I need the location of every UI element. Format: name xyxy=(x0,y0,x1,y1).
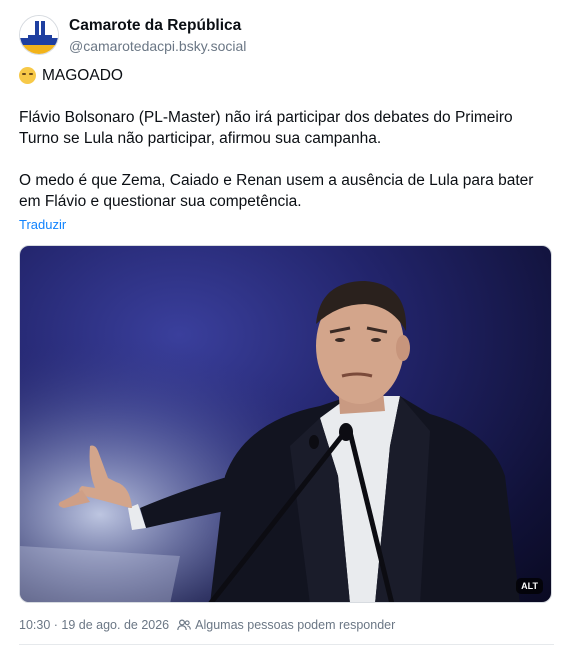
post-tag: MAGOADO xyxy=(42,66,123,84)
author-info: Camarote da República @camarotedacpi.bsk… xyxy=(69,16,246,55)
post-header: Camarote da República @camarotedacpi.bsk… xyxy=(19,15,246,55)
post-tag-line: MAGOADO xyxy=(19,64,554,86)
reply-setting-label[interactable]: Algumas pessoas podem responder xyxy=(195,618,395,632)
author-handle[interactable]: @camarotedacpi.bsky.social xyxy=(69,37,246,55)
post-text: MAGOADO Flávio Bolsonaro (PL-Master) não… xyxy=(19,64,554,212)
post-paragraph-2: O medo é que Zema, Caiado e Renan usem a… xyxy=(19,172,534,210)
post-meta: 10:30 · 19 de ago. de 2026 Algumas pesso… xyxy=(19,618,395,632)
post-timestamp[interactable]: 10:30 · 19 de ago. de 2026 xyxy=(19,618,169,632)
photo-illustration xyxy=(20,246,551,602)
people-icon xyxy=(177,619,191,631)
post-image[interactable]: ALT xyxy=(19,245,552,603)
sad-face-emoji-icon xyxy=(19,66,36,84)
translate-link[interactable]: Traduzir xyxy=(19,217,66,232)
author-display-name[interactable]: Camarote da República xyxy=(69,16,246,36)
bottom-divider xyxy=(19,644,554,645)
post-card: Camarote da República @camarotedacpi.bsk… xyxy=(0,0,570,650)
post-paragraph-1: Flávio Bolsonaro (PL-Master) não irá par… xyxy=(19,109,513,147)
avatar[interactable] xyxy=(19,15,59,55)
alt-text-badge[interactable]: ALT xyxy=(516,578,543,594)
